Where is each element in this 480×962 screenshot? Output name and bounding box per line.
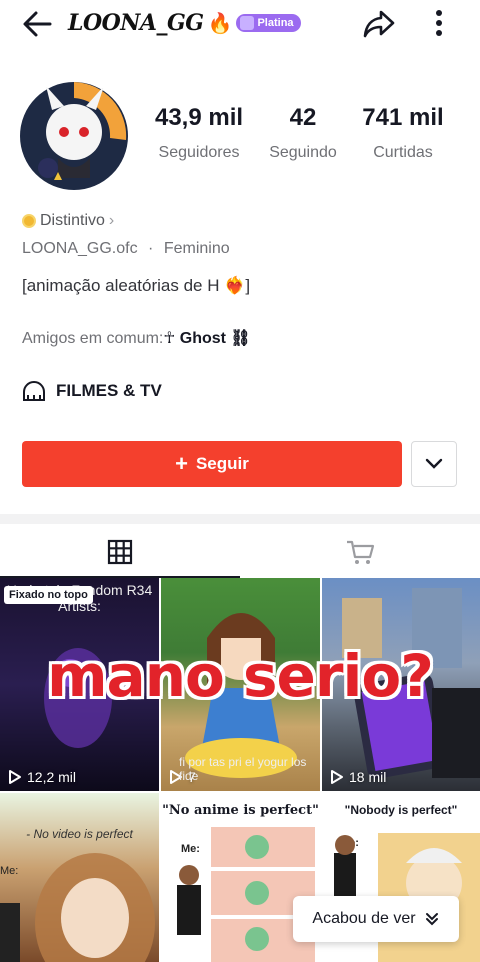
vertical-dots-icon (436, 10, 442, 36)
section-divider (0, 514, 480, 524)
last-watched-label: Acabou de ver (312, 910, 416, 927)
profile-bio: [animação aleatórias de H ❤️‍🔥] (22, 276, 251, 295)
back-button[interactable] (20, 6, 56, 42)
video-subtitle: fi por tas pri el yogur los fide (179, 755, 307, 783)
profile-stats: 43,9 mil Seguidores 42 Seguindo 741 mil … (140, 104, 470, 162)
play-icon (331, 770, 343, 784)
last-watched-button[interactable]: Acabou de ver (293, 896, 459, 942)
profile-header: LOONA_GG 🔥 Platina (0, 0, 480, 48)
badge-icon (240, 16, 255, 30)
video-thumbnail[interactable]: - No video is perfect Me: (0, 793, 159, 962)
title-group: LOONA_GG 🔥 Platina (68, 8, 301, 38)
grid-icon (107, 539, 133, 565)
separator-dot: · (148, 240, 154, 257)
coin-icon (22, 214, 36, 228)
followers-label: Seguidores (158, 144, 240, 161)
handle-line: LOONA_GG.ofc · Feminino (22, 240, 230, 258)
category-label: FILMES & TV (56, 381, 162, 400)
double-chevron-down-icon (425, 913, 438, 926)
view-count-value: 18 mil (349, 769, 387, 785)
likes-count: 741 mil (362, 104, 444, 131)
plus-icon: + (175, 451, 188, 476)
stat-followers[interactable]: 43,9 mil Seguidores (140, 104, 258, 162)
category-link[interactable]: FILMES & TV (22, 380, 162, 402)
share-arrow-icon (363, 10, 395, 38)
following-count: 42 (289, 104, 317, 131)
arrow-left-icon (23, 11, 52, 37)
mutual-friends-label: Amigos em comum: (22, 330, 164, 347)
tab-videos[interactable] (0, 526, 240, 578)
stat-likes[interactable]: 741 mil Curtidas (348, 104, 458, 162)
chevron-down-icon (425, 458, 443, 469)
platina-badge[interactable]: Platina (236, 14, 301, 32)
share-button[interactable] (360, 4, 398, 42)
mutual-friends[interactable]: Amigos em comum:☥ Ghost ⛓ (22, 328, 251, 348)
tab-shop[interactable] (240, 526, 480, 578)
play-icon (9, 770, 21, 784)
shopping-cart-icon (347, 540, 375, 564)
follow-button[interactable]: + Seguir (22, 441, 402, 487)
distintivo-label: Distintivo (40, 212, 105, 229)
followers-count: 43,9 mil (154, 104, 244, 131)
profile-username: LOONA_GG (68, 10, 204, 36)
overlay-caption: mano serio? (47, 642, 434, 710)
following-label: Seguindo (269, 144, 337, 161)
profile-gender: Feminino (163, 240, 230, 257)
content-tabs (0, 526, 480, 578)
badge-label: Platina (257, 17, 294, 29)
profile-avatar[interactable] (18, 80, 130, 192)
fire-icon: 🔥 (207, 12, 233, 35)
chevron-right-icon: › (108, 212, 115, 229)
category-icon (23, 381, 45, 401)
view-count-value: 12,2 mil (27, 769, 77, 785)
thumbnail-art (0, 853, 155, 962)
mutual-friend-name: ☥ Ghost ⛓ (163, 330, 251, 347)
profile-handle: LOONA_GG.ofc (22, 240, 138, 257)
pinned-badge: Fixado no topo (4, 586, 93, 604)
avatar-image (20, 82, 128, 190)
stat-following[interactable]: 42 Seguindo (258, 104, 348, 162)
view-count: 12,2 mil (8, 769, 76, 785)
suggestions-dropdown-button[interactable] (411, 441, 457, 487)
distintivo-link[interactable]: Distintivo › (22, 212, 114, 230)
more-options-button[interactable] (424, 4, 454, 42)
follow-label: Seguir (195, 454, 249, 473)
likes-label: Curtidas (373, 144, 433, 161)
view-count: 18 mil (330, 769, 386, 785)
